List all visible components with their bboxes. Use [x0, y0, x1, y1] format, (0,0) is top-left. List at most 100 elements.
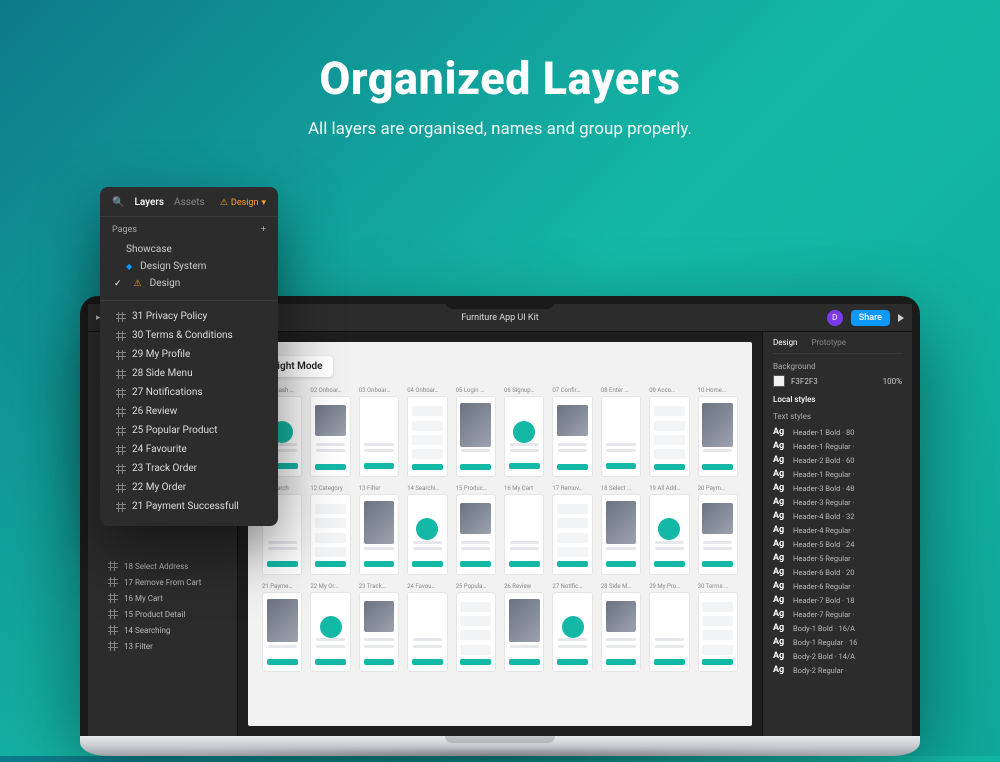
text-style-row[interactable]: AgBody-1 Bold · 16/A	[773, 621, 902, 635]
layer-row[interactable]: 22 My Order	[104, 478, 274, 497]
artboard[interactable]: 16 My Cart	[504, 485, 544, 575]
artboard-frame	[407, 396, 447, 477]
artboard[interactable]: 05 Login …	[456, 387, 496, 477]
artboard-frame	[601, 396, 641, 477]
artboard[interactable]: 14 Searchi…	[407, 485, 447, 575]
add-page-button[interactable]: +	[261, 226, 266, 235]
page-item[interactable]: ◆Design System	[112, 258, 266, 275]
artboard[interactable]: 28 Side M…	[601, 583, 641, 673]
artboard[interactable]: 26 Review	[504, 583, 544, 673]
artboard-label: 21 Payme…	[262, 583, 302, 590]
style-label: Header-2 Bold · 60	[793, 456, 854, 465]
frames-list[interactable]: 31 Privacy Policy30 Terms & Conditions29…	[100, 301, 278, 526]
artboard[interactable]: 15 Produc…	[456, 485, 496, 575]
background-swatch[interactable]	[773, 375, 785, 387]
artboard[interactable]: 12 Category	[310, 485, 350, 575]
text-style-row[interactable]: AgHeader-2 Bold · 60	[773, 453, 902, 467]
text-style-row[interactable]: AgHeader-1 Bold · 80	[773, 425, 902, 439]
background-row[interactable]: F3F2F3 100%	[773, 375, 902, 387]
tab-design[interactable]: Design	[773, 338, 797, 347]
artboard[interactable]: 08 Enter …	[601, 387, 641, 477]
layer-row[interactable]: 16 My Cart	[88, 590, 237, 606]
layer-row[interactable]: 29 My Profile	[104, 345, 274, 364]
topbar-right: D Share	[827, 310, 904, 326]
layer-row[interactable]: 26 Review	[104, 402, 274, 421]
present-icon[interactable]	[898, 314, 904, 322]
artboard-frame	[552, 592, 592, 673]
layer-row[interactable]: 15 Product Detail	[88, 606, 237, 622]
text-style-row[interactable]: AgBody-2 Bold · 14/A	[773, 649, 902, 663]
right-rail-tabs[interactable]: Design Prototype	[773, 338, 902, 354]
artboard[interactable]: 21 Payme…	[262, 583, 302, 673]
layer-row[interactable]: 27 Notifications	[104, 383, 274, 402]
artboard[interactable]: 22 My Or…	[310, 583, 350, 673]
artboard[interactable]: 13 Filter	[359, 485, 399, 575]
style-label: Header-1 Bold · 80	[793, 428, 854, 437]
text-style-row[interactable]: AgHeader-1 Regular ·	[773, 439, 902, 453]
text-style-row[interactable]: AgHeader-5 Bold · 24	[773, 537, 902, 551]
artboard[interactable]: 25 Popula…	[456, 583, 496, 673]
layer-row[interactable]: 31 Privacy Policy	[104, 307, 274, 326]
artboard[interactable]: 04 Onboar…	[407, 387, 447, 477]
text-style-row[interactable]: AgHeader-1 Regular ·	[773, 467, 902, 481]
artboard[interactable]: 02 Onboar…	[310, 387, 350, 477]
layer-label: 28 Side Menu	[132, 368, 193, 379]
text-style-row[interactable]: AgBody-2 Regular ·	[773, 663, 902, 677]
text-style-row[interactable]: AgHeader-3 Bold · 48	[773, 481, 902, 495]
layer-row[interactable]: 24 Favourite	[104, 440, 274, 459]
text-style-row[interactable]: AgHeader-6 Regular ·	[773, 579, 902, 593]
artboard[interactable]: 07 Confir…	[552, 387, 592, 477]
artboard[interactable]: 18 Select …	[601, 485, 641, 575]
current-page-chip[interactable]: ⚠︎ Design ▾	[220, 198, 266, 208]
text-style-row[interactable]: AgHeader-3 Regular ·	[773, 495, 902, 509]
tab-prototype[interactable]: Prototype	[811, 338, 845, 347]
frame-icon	[108, 593, 118, 603]
text-style-row[interactable]: AgHeader-4 Regular ·	[773, 523, 902, 537]
page-label: Design	[150, 278, 181, 289]
ag-icon: Ag	[773, 525, 787, 535]
artboard[interactable]: 19 All Add…	[649, 485, 689, 575]
layer-row[interactable]: 28 Side Menu	[104, 364, 274, 383]
artboard[interactable]: 10 Home…	[698, 387, 738, 477]
layer-row[interactable]: 18 Select Address	[88, 558, 237, 574]
artboard[interactable]: 03 Onboar…	[359, 387, 399, 477]
tab-layers[interactable]: Layers	[134, 197, 164, 208]
layer-row[interactable]: 17 Remove From Cart	[88, 574, 237, 590]
text-style-row[interactable]: AgHeader-6 Bold · 20	[773, 565, 902, 579]
text-style-row[interactable]: AgHeader-7 Regular ·	[773, 607, 902, 621]
canvas[interactable]: Light Mode 01 Splash …02 Onboar…03 Onboa…	[238, 332, 762, 736]
artboard[interactable]: 20 Paym…	[698, 485, 738, 575]
text-style-row[interactable]: AgBody-1 Regular · 16	[773, 635, 902, 649]
layer-row[interactable]: 25 Popular Product	[104, 421, 274, 440]
tab-assets[interactable]: Assets	[174, 197, 205, 208]
page-item[interactable]: ⚠︎Design	[112, 275, 266, 292]
artboard[interactable]: 27 Notific…	[552, 583, 592, 673]
background-hex: F3F2F3	[791, 377, 818, 386]
artboard-frame	[601, 494, 641, 575]
text-style-row[interactable]: AgHeader-5 Regular ·	[773, 551, 902, 565]
artboard-label: 02 Onboar…	[310, 387, 350, 394]
search-icon[interactable]: 🔍	[112, 197, 124, 208]
layer-label: 22 My Order	[132, 482, 186, 493]
artboard[interactable]: 24 Favou…	[407, 583, 447, 673]
artboard[interactable]: 17 Remov…	[552, 485, 592, 575]
artboard-label: 27 Notific…	[552, 583, 592, 590]
artboard[interactable]: 30 Terms …	[698, 583, 738, 673]
text-style-row[interactable]: AgHeader-7 Bold · 18	[773, 593, 902, 607]
layer-row[interactable]: 13 Filter	[88, 638, 237, 654]
layers-panel[interactable]: 🔍 Layers Assets ⚠︎ Design ▾ Pages + Show…	[100, 187, 278, 526]
layer-row[interactable]: 21 Payment Successfull	[104, 497, 274, 516]
layer-row[interactable]: 30 Terms & Conditions	[104, 326, 274, 345]
page-item[interactable]: Showcase	[112, 241, 266, 258]
layer-row[interactable]: 14 Searching	[88, 622, 237, 638]
artboard[interactable]: 06 Signup…	[504, 387, 544, 477]
artboard[interactable]: 29 My Pro…	[649, 583, 689, 673]
artboard[interactable]: 23 Track…	[359, 583, 399, 673]
share-button[interactable]: Share	[851, 310, 890, 326]
text-style-row[interactable]: AgHeader-4 Bold · 32	[773, 509, 902, 523]
user-avatar[interactable]: D	[827, 310, 843, 326]
artboard[interactable]: 09 Acco…	[649, 387, 689, 477]
artboard-frame	[552, 396, 592, 477]
layer-row[interactable]: 23 Track Order	[104, 459, 274, 478]
layer-label: 24 Favourite	[132, 444, 187, 455]
